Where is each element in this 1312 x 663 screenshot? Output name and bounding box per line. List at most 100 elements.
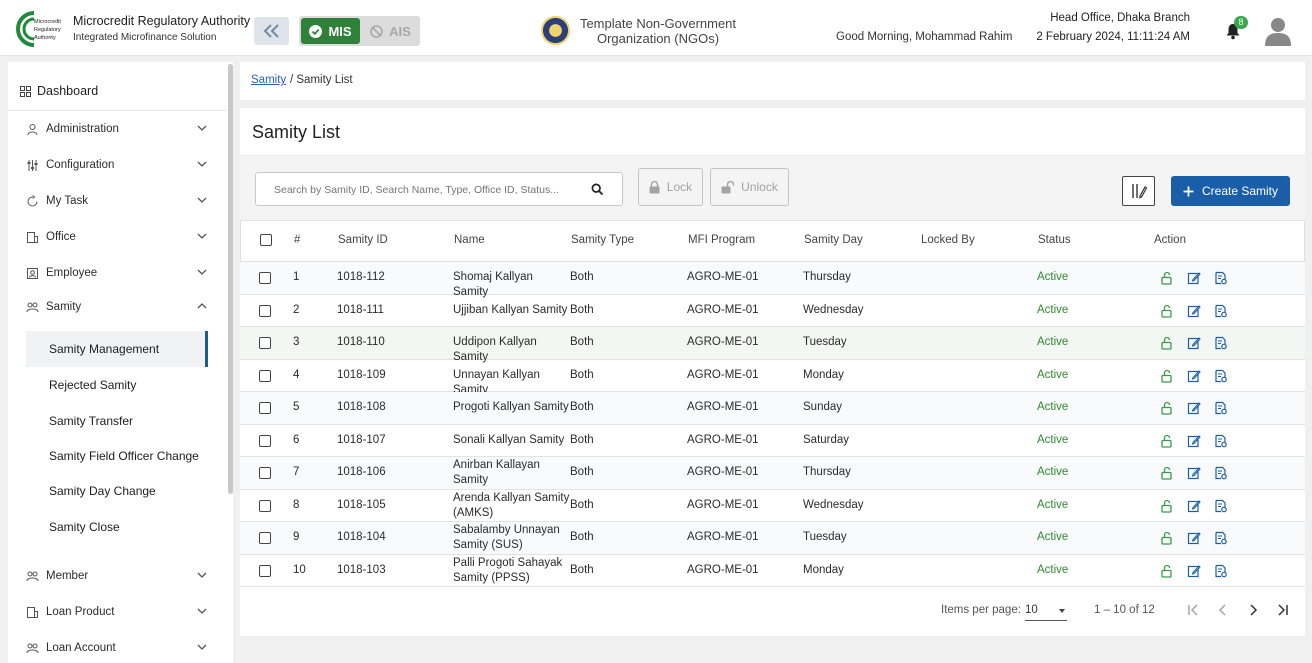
sidebar-item-my-task[interactable]: My Task [25,189,215,213]
unlock-icon[interactable] [1160,466,1174,480]
sidebar-sub-rejected-samity[interactable]: Rejected Samity [26,367,208,403]
unlock-icon[interactable] [1160,304,1174,318]
sidebar-item-member[interactable]: Member [25,564,215,588]
edit-icon[interactable] [1187,304,1201,318]
view-details-icon[interactable] [1214,434,1228,448]
sidebar-sub-samity-management[interactable]: Samity Management [26,331,208,367]
unlock-label: Unlock [741,180,778,194]
unlock-icon[interactable] [1160,564,1174,578]
edit-icon[interactable] [1187,369,1201,383]
last-page-button[interactable] [1273,600,1293,620]
sidebar-item-samity[interactable]: Samity [25,295,215,319]
edit-icon[interactable] [1187,401,1201,415]
row-checkbox[interactable] [259,564,271,577]
table-row[interactable]: 10 1018-103 Palli Progoti Sahayak Samity (… [240,555,1305,587]
cell-name: Arenda Kallyan Samity (AMKS) [453,491,570,519]
sidebar-sub-samity-field-officer-change[interactable]: Samity Field Officer Change [26,439,208,473]
cell-samity-day: Thursday [803,466,851,478]
table-row[interactable]: 7 1018-106 Anirban Kallayan Samity Both AGRO… [240,457,1305,490]
cell-samity-type: Both [570,336,594,348]
row-checkbox[interactable] [259,272,271,284]
sidebar-item-loan-product[interactable]: Loan Product [25,600,215,624]
column-settings-button[interactable] [1122,176,1155,206]
user-avatar-icon[interactable] [1264,16,1292,46]
paginator: Items per page: 10 1 – 10 of 12 [240,596,1305,626]
sidebar-sub-samity-day-change[interactable]: Samity Day Change [26,475,208,507]
search-input[interactable]: Search by Samity ID, Search Name, Type, … [255,172,623,206]
row-checkbox[interactable] [259,304,271,317]
edit-icon[interactable] [1187,499,1201,513]
edit-icon[interactable] [1187,531,1201,545]
unlock-icon[interactable] [1160,401,1174,415]
view-details-icon[interactable] [1214,564,1228,578]
cell-name: Sonali Kallyan Samity [453,433,565,446]
previous-page-button[interactable] [1213,600,1233,620]
create-samity-button[interactable]: Create Samity [1171,176,1290,206]
sidebar-item-administration[interactable]: Administration [25,117,215,141]
sidebar-item-label: Samity [46,301,82,313]
sidebar-sub-label: Rejected Samity [49,377,137,392]
sidebar-item-dashboard[interactable]: Dashboard [20,84,98,98]
view-details-icon[interactable] [1214,401,1228,415]
edit-icon[interactable] [1187,434,1201,448]
select-all-checkbox[interactable] [260,234,272,246]
view-details-icon[interactable] [1214,271,1228,285]
sidebar-item-employee[interactable]: Employee [25,261,215,285]
unlock-icon[interactable] [1160,499,1174,513]
view-details-icon[interactable] [1214,369,1228,383]
view-details-icon[interactable] [1214,336,1228,350]
cell-samity-day: Monday [803,368,844,381]
unlock-icon[interactable] [1160,531,1174,545]
search-icon[interactable] [591,183,604,196]
cell-samity-type: Both [570,433,594,446]
sidebar-item-office[interactable]: Office [25,225,215,249]
row-checkbox[interactable] [259,337,271,349]
breadcrumb-link-samity[interactable]: Samity [251,74,286,86]
column-header-number: # [294,234,301,246]
row-checkbox[interactable] [259,434,271,447]
lock-button[interactable]: Lock [638,168,703,206]
sidebar-item-loan-account[interactable]: Loan Account [25,636,215,660]
cell-samity-id: 1018-106 [337,466,386,478]
edit-icon[interactable] [1187,466,1201,480]
row-checkbox[interactable] [259,499,271,512]
unlock-icon[interactable] [1160,336,1174,350]
table-row[interactable]: 8 1018-105 Arenda Kallyan Samity (AMKS) Bot… [240,490,1305,522]
ais-button[interactable]: AIS [363,18,418,44]
table-row[interactable]: 1 1018-112 Shomaj Kallyan Samity Both AGRO-M… [240,262,1305,298]
table-row[interactable]: 2 1018-111 Ujjiban Kallyan Samity Both AGRO-… [240,295,1305,327]
cell-samity-day: Tuesday [803,531,847,543]
unlock-icon[interactable] [1160,271,1174,285]
breadcrumb-current: / Samity List [290,74,353,86]
view-details-icon[interactable] [1214,499,1228,513]
edit-icon[interactable] [1187,336,1201,350]
items-per-page-select[interactable]: 10 [1025,601,1067,621]
sidebar-sub-samity-transfer[interactable]: Samity Transfer [26,403,208,439]
table-row[interactable]: 4 1018-109 Unnayan Kallyan Samity Both AGRO-… [240,360,1305,396]
table-row[interactable]: 6 1018-107 Sonali Kallyan Samity Both AGRO-M… [240,425,1305,457]
view-details-icon[interactable] [1214,466,1228,480]
column-header-samity-day: Samity Day [804,234,863,246]
row-checkbox[interactable] [259,532,271,544]
edit-icon[interactable] [1187,271,1201,285]
sidebar-scrollbar[interactable] [228,64,233,494]
sidebar-sub-samity-close[interactable]: Samity Close [26,511,208,543]
view-details-icon[interactable] [1214,531,1228,545]
sidebar-item-configuration[interactable]: Configuration [25,153,215,177]
unlock-button[interactable]: Unlock [710,168,789,206]
employee-icon [26,267,38,279]
table-row[interactable]: 5 1018-108 Progoti Kallyan Samity Both AGRO-… [240,392,1305,425]
unlock-icon[interactable] [1160,369,1174,383]
next-page-button[interactable] [1243,600,1263,620]
view-details-icon[interactable] [1214,304,1228,318]
collapse-sidebar-button[interactable] [254,17,289,45]
edit-icon[interactable] [1187,564,1201,578]
row-checkbox[interactable] [259,467,271,479]
first-page-button[interactable] [1183,600,1203,620]
unlock-icon[interactable] [1160,434,1174,448]
mis-button[interactable]: MIS [301,18,360,44]
row-checkbox[interactable] [259,369,271,382]
row-checkbox[interactable] [259,402,271,414]
table-row[interactable]: 3 1018-110 Uddipon Kallyan Samity Both AGRO-… [240,327,1305,363]
table-row[interactable]: 9 1018-104 Sabalamby Unnayan Samity (SUS) B… [240,522,1305,555]
